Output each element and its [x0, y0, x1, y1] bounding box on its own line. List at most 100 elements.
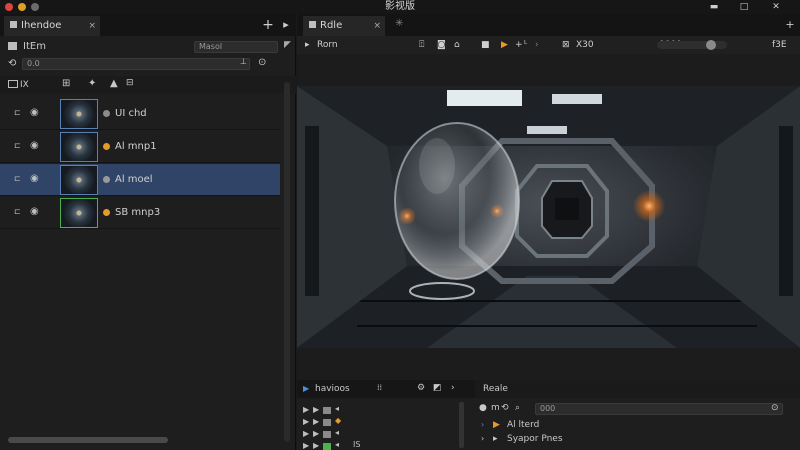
- track-icon[interactable]: ▶: [313, 429, 319, 438]
- properties-search-input[interactable]: 000: [535, 403, 783, 415]
- layer-name: UI chd: [115, 108, 147, 119]
- layer-lock-icon[interactable]: ⊏: [14, 174, 24, 184]
- layer-thumbnail[interactable]: [60, 165, 98, 195]
- play-forward-icon[interactable]: ▶: [501, 39, 508, 51]
- layer-row[interactable]: ⊏ ◉ Al moel: [0, 164, 280, 196]
- mask-field[interactable]: Masol: [194, 41, 278, 53]
- text-tool-icon[interactable]: ᴸ: [524, 39, 527, 51]
- camera-icon[interactable]: ◙: [437, 39, 446, 51]
- property-icon: ▶: [493, 420, 500, 430]
- expand-icon[interactable]: ▶: [303, 441, 309, 450]
- timeline-flag-icon[interactable]: ◩: [433, 383, 442, 393]
- layer-row[interactable]: ⊏ ◉ UI chd: [0, 98, 280, 130]
- flag-icon[interactable]: ◤: [284, 40, 291, 50]
- expand-icon[interactable]: ›: [481, 434, 484, 443]
- viewport-canvas[interactable]: [297, 86, 800, 348]
- eye-icon[interactable]: ◉: [30, 173, 42, 185]
- layer-row[interactable]: ⊏ ◉ SB mnp3: [0, 197, 280, 229]
- expand-icon[interactable]: ▶: [303, 417, 309, 426]
- layer-name: Al moel: [115, 174, 153, 185]
- eye-icon[interactable]: ◉: [30, 206, 42, 218]
- prop-clear-icon[interactable]: ⊙: [771, 403, 779, 413]
- home-icon[interactable]: ⌂: [454, 39, 460, 51]
- search-input[interactable]: 0.0: [22, 58, 250, 70]
- track-audio-icon[interactable]: ◂: [335, 428, 339, 437]
- layer-lock-icon[interactable]: ⊏: [14, 108, 24, 118]
- title-bar: 影视版 ▬ □ ✕: [0, 0, 800, 14]
- prop-link-icon[interactable]: ⟲: [501, 403, 509, 413]
- viewer-tab-bar: Rdle × ✳ +: [297, 14, 800, 36]
- track-icon[interactable]: ▶: [313, 417, 319, 426]
- prop-search-icon[interactable]: ⌕: [515, 403, 520, 413]
- tab-viewer[interactable]: Rdle ×: [303, 16, 385, 36]
- properties-tab[interactable]: Reale: [475, 380, 800, 398]
- viewer-add-icon[interactable]: +: [783, 18, 797, 32]
- timeline-row[interactable]: ▶ ▶ ◂ IS: [297, 440, 467, 450]
- property-item[interactable]: › ▸ Syapor Pnes: [481, 434, 781, 448]
- layer-lock-icon[interactable]: ⊏: [14, 207, 24, 217]
- link-icon: ⟲: [8, 58, 17, 69]
- next-icon[interactable]: ›: [535, 39, 539, 51]
- add-marker-icon[interactable]: +: [515, 39, 523, 51]
- timeline-grid-icon[interactable]: ⁞⁞: [377, 383, 382, 392]
- timeline-play-icon[interactable]: ▶: [303, 384, 309, 393]
- tab-close-icon[interactable]: ×: [88, 16, 96, 36]
- vertical-scrollbar[interactable]: [284, 82, 290, 442]
- minimize-icon[interactable]: ▬: [708, 1, 720, 13]
- export-icon[interactable]: ⍐: [419, 39, 424, 51]
- pin-tool-icon[interactable]: ✦: [88, 78, 96, 89]
- pin-icon[interactable]: ⊥: [240, 57, 247, 66]
- expand-icon[interactable]: ▶: [303, 405, 309, 414]
- expand-icon[interactable]: ▶: [303, 429, 309, 438]
- property-label: Syapor Pnes: [507, 434, 563, 444]
- maximize-icon[interactable]: □: [738, 1, 750, 13]
- layer-name: SB mnp3: [115, 207, 161, 218]
- panel-menu-icon[interactable]: ▸: [279, 18, 293, 32]
- layer-thumbnail[interactable]: [60, 99, 98, 129]
- frame-icon[interactable]: ■: [481, 39, 490, 51]
- timeline-settings-icon[interactable]: ⚙: [417, 383, 425, 393]
- settings-icon[interactable]: ⊙: [258, 57, 266, 68]
- close-icon[interactable]: ✕: [770, 1, 782, 13]
- track-audio-icon[interactable]: ◂: [335, 440, 339, 449]
- eye-icon[interactable]: ◉: [30, 107, 42, 119]
- viewer-tab-close-icon[interactable]: ×: [373, 16, 381, 36]
- prop-info-icon: ●: [479, 403, 487, 413]
- mute-icon[interactable]: ⊠: [562, 39, 570, 51]
- timeline-scrollbar[interactable]: [459, 402, 464, 448]
- eye-icon[interactable]: ◉: [30, 140, 42, 152]
- tab-layers-label: Ihendoe: [21, 20, 62, 31]
- mask-icon[interactable]: ⊟: [126, 78, 134, 88]
- timeline-tab-label[interactable]: havioos: [315, 380, 350, 398]
- play-icon[interactable]: ▸: [305, 39, 310, 51]
- layer-color-dot: [103, 110, 110, 117]
- layer-lock-icon[interactable]: ⊏: [14, 141, 24, 151]
- search-row: ⟲ 0.0 ⊥ ⊙: [0, 56, 296, 74]
- track-audio-icon[interactable]: ◆: [335, 416, 341, 425]
- viewer-toolbar: ▸ Rorn ⍐ ◙ ⌂ ■ ▶ + ᴸ › ⊠ X30 0000 f3E: [297, 36, 800, 54]
- add-icon[interactable]: +: [261, 18, 275, 32]
- expand-icon[interactable]: ›: [481, 420, 484, 429]
- property-item[interactable]: › ▶ Al lterd: [481, 420, 781, 434]
- layer-thumbnail[interactable]: [60, 132, 98, 162]
- layer-toolbar-label: IX: [20, 80, 29, 90]
- timeline-next-icon[interactable]: ›: [451, 383, 455, 393]
- layer-row[interactable]: ⊏ ◉ Al mnp1: [0, 131, 280, 163]
- asterisk-icon[interactable]: ✳: [395, 18, 403, 29]
- horizontal-scrollbar[interactable]: [8, 437, 168, 443]
- track-icon[interactable]: ▶: [313, 441, 319, 450]
- tab-layers[interactable]: Ihendoe ×: [4, 16, 100, 36]
- layer-toolbar: IX ⊞ ✦ ▲ ⊟: [0, 76, 296, 94]
- monitor-icon[interactable]: [8, 80, 18, 88]
- layer-thumbnail[interactable]: [60, 198, 98, 228]
- prop-filter-icon[interactable]: m: [491, 403, 500, 413]
- grid-icon[interactable]: ⊞: [62, 78, 70, 89]
- track-icon[interactable]: ▶: [313, 405, 319, 414]
- zoom-slider-knob[interactable]: [706, 40, 717, 50]
- breadcrumb: Rorn: [317, 40, 338, 50]
- property-label: Al lterd: [507, 420, 540, 430]
- track-audio-icon[interactable]: ◂: [335, 404, 339, 413]
- properties-search-row: ● m ⟲ ⌕ 000 ⊙: [477, 402, 797, 418]
- zoom-slider[interactable]: [657, 40, 727, 50]
- warning-icon[interactable]: ▲: [110, 78, 118, 89]
